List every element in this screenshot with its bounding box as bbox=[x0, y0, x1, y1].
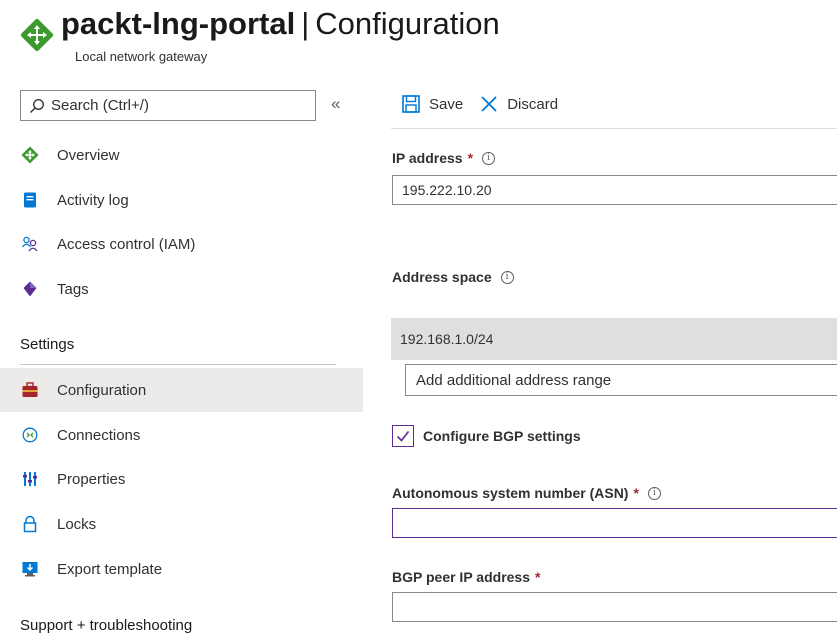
search-placeholder: Search (Ctrl+/) bbox=[51, 97, 149, 114]
resource-type: Local network gateway bbox=[75, 49, 208, 64]
sidebar-item-label: Locks bbox=[57, 515, 97, 533]
ip-address-label-text: IP address bbox=[392, 150, 463, 166]
info-icon[interactable]: i bbox=[482, 151, 496, 165]
export-template-icon bbox=[21, 560, 39, 578]
command-bar: Save Discard bbox=[401, 94, 574, 114]
activity-log-icon bbox=[21, 191, 39, 209]
asn-label-text: Autonomous system number (ASN) bbox=[392, 485, 629, 501]
sidebar-item-label: Tags bbox=[57, 280, 89, 298]
ip-address-field[interactable]: 195.222.10.20 bbox=[392, 175, 837, 205]
address-space-label-text: Address space bbox=[392, 269, 492, 285]
bgp-checkbox[interactable] bbox=[392, 425, 414, 447]
overview-icon bbox=[21, 146, 39, 164]
collapse-sidebar-button[interactable]: « bbox=[331, 94, 340, 114]
required-asterisk: * bbox=[467, 150, 474, 166]
support-section-header: Support + troubleshooting bbox=[20, 617, 193, 634]
search-icon bbox=[30, 98, 44, 113]
info-icon[interactable]: i bbox=[647, 486, 661, 500]
discard-label: Discard bbox=[507, 95, 559, 113]
tag-icon bbox=[21, 280, 39, 298]
sidebar-item-label: Overview bbox=[57, 146, 120, 164]
bgp-peer-ip-label-text: BGP peer IP address bbox=[392, 569, 530, 585]
sidebar-item-overview[interactable]: Overview bbox=[0, 133, 363, 177]
settings-section-header: Settings bbox=[20, 336, 75, 353]
sidebar-item-configuration[interactable]: Configuration bbox=[0, 368, 363, 412]
address-range-value: 192.168.1.0/24 bbox=[400, 331, 494, 347]
sidebar-item-connections[interactable]: Connections bbox=[0, 413, 363, 457]
page-title: packt-lng-portal | Configuration bbox=[61, 4, 500, 44]
bgp-checkbox-row[interactable]: Configure BGP settings bbox=[392, 425, 581, 447]
section-divider bbox=[20, 364, 336, 365]
sidebar-item-activity-log[interactable]: Activity log bbox=[0, 178, 363, 222]
address-range-row[interactable]: 192.168.1.0/24 bbox=[391, 318, 837, 360]
sidebar-item-properties[interactable]: Properties bbox=[0, 457, 363, 501]
sidebar-item-tags[interactable]: Tags bbox=[0, 267, 363, 311]
close-icon bbox=[481, 96, 497, 112]
local-network-gateway-icon bbox=[20, 18, 54, 52]
blade-title: Configuration bbox=[315, 6, 500, 41]
toolbar-divider bbox=[391, 128, 837, 129]
bgp-checkbox-label: Configure BGP settings bbox=[423, 428, 581, 444]
ip-address-value: 195.222.10.20 bbox=[402, 182, 492, 198]
bgp-peer-ip-label: BGP peer IP address * bbox=[392, 569, 540, 585]
lock-icon bbox=[21, 515, 39, 533]
info-icon[interactable]: i bbox=[500, 270, 514, 284]
add-address-range-placeholder: Add additional address range bbox=[416, 371, 612, 389]
sidebar-item-label: Export template bbox=[57, 560, 163, 578]
required-asterisk: * bbox=[633, 485, 639, 501]
sidebar-item-export-template[interactable]: Export template bbox=[0, 547, 363, 591]
resource-name: packt-lng-portal bbox=[61, 6, 296, 41]
sidebar-item-label: Activity log bbox=[57, 191, 129, 209]
properties-icon bbox=[21, 470, 39, 488]
sidebar-item-iam[interactable]: Access control (IAM) bbox=[0, 222, 363, 266]
save-icon bbox=[402, 95, 420, 113]
sidebar-item-label: Connections bbox=[57, 426, 141, 444]
checkmark-icon bbox=[396, 431, 410, 442]
sidebar-item-label: Properties bbox=[57, 470, 126, 488]
address-space-label: Address space i bbox=[392, 269, 514, 285]
add-address-range-input[interactable]: Add additional address range bbox=[405, 364, 837, 396]
save-label: Save bbox=[429, 95, 464, 113]
title-separator: | bbox=[301, 6, 310, 41]
save-button[interactable]: Save bbox=[401, 94, 463, 114]
asn-label: Autonomous system number (ASN) * i bbox=[392, 485, 661, 501]
configuration-icon bbox=[21, 381, 39, 399]
search-input[interactable]: Search (Ctrl+/) bbox=[20, 90, 316, 121]
required-asterisk: * bbox=[535, 569, 541, 585]
ip-address-label: IP address * i bbox=[392, 150, 496, 166]
sidebar-item-label: Access control (IAM) bbox=[57, 235, 196, 253]
iam-icon bbox=[21, 235, 39, 253]
discard-button[interactable]: Discard bbox=[479, 94, 558, 114]
connections-icon bbox=[21, 426, 39, 444]
sidebar-item-locks[interactable]: Locks bbox=[0, 502, 363, 546]
asn-field[interactable] bbox=[392, 508, 837, 538]
sidebar-item-label: Configuration bbox=[57, 381, 147, 399]
bgp-peer-ip-field[interactable] bbox=[392, 592, 837, 622]
